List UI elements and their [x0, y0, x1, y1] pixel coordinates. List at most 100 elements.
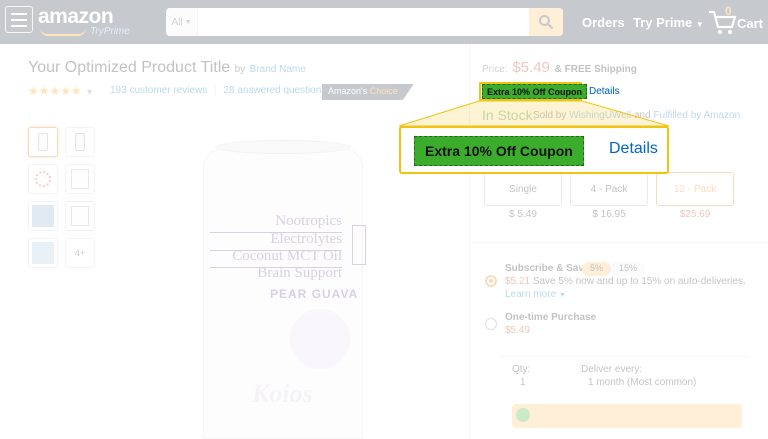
one-time-label: One-time Purchase [505, 312, 597, 323]
can-thumbnail-icon [75, 133, 85, 151]
discount-pill-15: 15% [611, 262, 646, 276]
thumbnail-5[interactable] [28, 201, 58, 231]
amazon-logo[interactable]: amazon TryPrime [38, 5, 130, 38]
top-nav-bar: amazon TryPrime All ▼ Orders Try Prime ▼… [0, 0, 768, 44]
one-time-radio[interactable] [485, 318, 497, 330]
sold-by-prefix: Sold by [533, 110, 567, 121]
coupon-badge-highlighted[interactable]: Extra 10% Off Coupon [482, 84, 588, 99]
thumbnail-3[interactable] [28, 164, 58, 194]
lifestyle-photo-icon [32, 242, 54, 264]
chevron-down-icon: ▼ [85, 87, 95, 97]
ingredients-diagram-icon [35, 171, 51, 187]
logo-text: amazon [38, 5, 114, 28]
stock-status: In Stock. [482, 107, 537, 123]
subscribe-now-button[interactable] [512, 404, 742, 428]
deliver-every-select[interactable]: 1 month (Most common) [588, 377, 696, 388]
one-time-price: $5.49 [505, 325, 531, 336]
qty-label: Qty: [512, 364, 531, 375]
chevron-down-icon: ▼ [558, 292, 566, 299]
search-bar: All ▼ [166, 8, 563, 36]
thumbnail-4[interactable] [65, 164, 95, 194]
size-price-single: $ 5.49 [509, 209, 537, 220]
separator: | [214, 85, 217, 96]
size-price-4-pack: $ 16.95 [592, 209, 626, 220]
main-product-image[interactable]: Nootropics Electrolytes Coconut MCT Oil … [193, 138, 373, 439]
search-button[interactable] [529, 8, 563, 36]
discount-pill-5: 5% [582, 262, 612, 276]
thumbnail-2[interactable] [65, 127, 95, 157]
try-prime-menu[interactable]: Try Prime ▼ [633, 15, 704, 30]
search-icon [539, 15, 554, 30]
tryprime-badge[interactable]: TryPrime [90, 26, 130, 37]
cart-label: Cart [737, 16, 764, 31]
chevron-down-icon: ▼ [695, 20, 704, 29]
label-document-icon [71, 206, 89, 226]
can-thumbnail-icon [38, 133, 48, 151]
product-page: amazon TryPrime All ▼ Orders Try Prime ▼… [0, 0, 768, 439]
price-line: Price: $5.49 & FREE Shipping [482, 59, 637, 76]
size-price-12-pack: $25.69 [679, 209, 711, 220]
chevron-down-icon: ▼ [184, 18, 192, 26]
customer-reviews-link[interactable]: 193 customer reviews [110, 85, 207, 96]
sold-by-line: Sold by WishingUWell and Fulfilled by Am… [533, 110, 743, 121]
cart-count: 0 [725, 4, 732, 18]
coupon-details-link-highlighted[interactable]: Details [589, 86, 620, 97]
can-side-label [352, 225, 366, 265]
price-value: $5.49 [512, 59, 550, 76]
by-label: by [234, 64, 246, 75]
subscribe-price: $5.21 [505, 276, 531, 287]
thumbnail-6[interactable] [65, 201, 95, 231]
seller-link[interactable]: WishingUWell [569, 110, 631, 121]
cart-button[interactable]: 0 Cart [708, 4, 764, 36]
department-select[interactable]: All ▼ [166, 8, 198, 36]
size-option-12-pack[interactable]: 12 - Pack [656, 172, 734, 206]
brand-link[interactable]: Brand Name [250, 64, 306, 75]
review-links: 193 customer reviews | 28 answered quest… [110, 85, 326, 96]
rating-stars-icon: ★★★★★ [28, 84, 82, 98]
department-label: All [171, 16, 183, 28]
can-line-1: Nootropics [275, 213, 342, 229]
size-option-single[interactable]: Single [484, 172, 562, 206]
star-rating[interactable]: ★★★★★ ▼ [28, 84, 94, 98]
can-line-2: Electrolytes [270, 231, 342, 247]
fruit-illustration-icon [290, 309, 350, 369]
can-body: Nootropics Electrolytes Coconut MCT Oil … [203, 148, 366, 439]
deliver-every-label: Deliver every: [581, 364, 643, 375]
can-script-logo: Koios [252, 379, 313, 408]
product-title-text: Your Optimized Product Title [28, 59, 231, 76]
thumbnail-7[interactable] [28, 238, 58, 268]
section-divider [500, 356, 750, 357]
coupon-callout: Extra 10% Off Coupon Details [399, 126, 669, 174]
try-prime-label: Try Prime [633, 15, 693, 30]
sold-by-mid: and [633, 110, 651, 121]
search-input[interactable] [198, 8, 530, 36]
product-title: Your Optimized Product Title by Brand Na… [28, 59, 306, 77]
cart-icon [709, 10, 737, 34]
fulfilled-by-amazon-link[interactable]: Fulfilled by Amazon. [653, 110, 743, 121]
can-line-3: Coconut MCT Oil [232, 248, 342, 264]
more-thumbnails[interactable]: 4+ [65, 238, 95, 268]
section-divider [470, 242, 768, 243]
size-option-4-pack[interactable]: 4 - Pack [570, 172, 648, 206]
hamburger-menu-icon[interactable] [5, 6, 33, 33]
coupon-callout-badge[interactable]: Extra 10% Off Coupon [414, 136, 584, 166]
learn-more-link[interactable]: Learn more ▼ [505, 289, 566, 300]
thumbnail-1[interactable] [28, 127, 58, 157]
amazons-choice-badge: Amazon's Choice [322, 84, 414, 100]
subscribe-radio[interactable] [485, 275, 497, 287]
can-line-4: Brain Support [257, 265, 342, 281]
subscribe-desc-text: Save 5% now and up to 15% on auto-delive… [532, 276, 746, 287]
qty-select[interactable]: 1 [520, 377, 526, 388]
orders-link[interactable]: Orders [582, 15, 625, 30]
label-document-icon [71, 169, 89, 189]
check-icon [516, 408, 530, 422]
can-rim [215, 140, 351, 154]
coupon-callout-details-link[interactable]: Details [609, 140, 658, 158]
logo-smile-icon [40, 28, 86, 36]
badge-choice: Choice [369, 86, 398, 96]
can-flavor: PEAR GUAVA [270, 287, 359, 301]
subscribe-description: $5.21 Save 5% now and up to 15% on auto-… [505, 276, 746, 287]
learn-more-label: Learn more [505, 289, 557, 300]
answered-questions-link[interactable]: 28 answered questions [223, 85, 326, 96]
shipping-text: & FREE Shipping [554, 64, 637, 75]
